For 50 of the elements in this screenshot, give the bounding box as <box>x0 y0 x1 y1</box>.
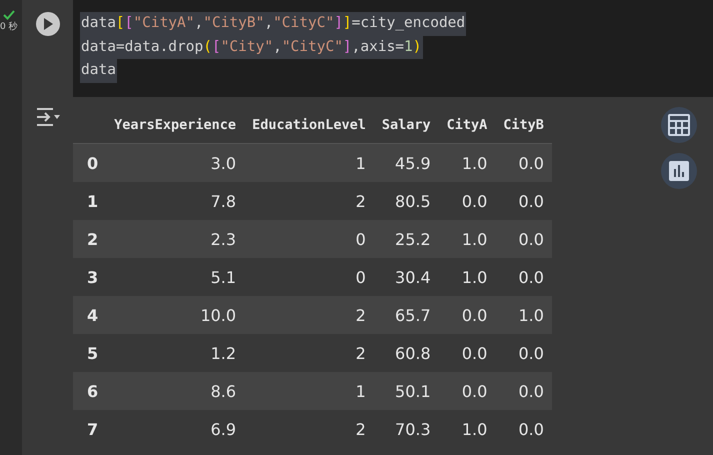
table-cell: 0.0 <box>438 296 496 334</box>
table-cell: 2 <box>244 182 374 220</box>
row-index: 1 <box>73 182 106 220</box>
table-cell: 2 <box>244 296 374 334</box>
table-view-button[interactable] <box>661 107 697 143</box>
table-cell: 1 <box>244 372 374 410</box>
table-cell: 1.0 <box>438 258 496 296</box>
table-cell: 1.0 <box>438 220 496 258</box>
table-cell: 3.0 <box>106 144 244 182</box>
table-cell: 0.0 <box>438 334 496 372</box>
table-cell: 5.1 <box>106 258 244 296</box>
table-cell: 1 <box>244 144 374 182</box>
table-icon <box>668 114 690 136</box>
row-index: 6 <box>73 372 106 410</box>
run-time: 0 秒 <box>0 20 18 33</box>
table-cell: 0.0 <box>495 372 552 410</box>
table-cell: 0.0 <box>438 182 496 220</box>
chart-button[interactable] <box>661 153 697 189</box>
table-cell: 45.9 <box>374 144 439 182</box>
bar-chart-icon <box>668 160 690 182</box>
table-cell: 1.0 <box>495 296 552 334</box>
table-cell: 60.8 <box>374 334 439 372</box>
table-cell: 0.0 <box>495 182 552 220</box>
table-cell: 25.2 <box>374 220 439 258</box>
table-cell: 0.0 <box>438 372 496 410</box>
row-index: 5 <box>73 334 106 372</box>
row-index: 3 <box>73 258 106 296</box>
table-cell: 80.5 <box>374 182 439 220</box>
table-cell: 1.0 <box>438 144 496 182</box>
row-index: 0 <box>73 144 106 182</box>
table-cell: 0.0 <box>495 220 552 258</box>
table-cell: 0.0 <box>495 334 552 372</box>
table-cell: 0 <box>244 220 374 258</box>
table-cell: 2.3 <box>106 220 244 258</box>
row-index: 2 <box>73 220 106 258</box>
table-cell: 0 <box>244 258 374 296</box>
table-cell: 7.8 <box>106 182 244 220</box>
run-button[interactable] <box>36 12 60 36</box>
table-cell: 30.4 <box>374 258 439 296</box>
table-cell: 50.1 <box>374 372 439 410</box>
table-cell: 0.0 <box>495 258 552 296</box>
table-cell: 8.6 <box>106 372 244 410</box>
play-icon <box>42 18 52 30</box>
table-cell: 2 <box>244 334 374 372</box>
output-options-icon[interactable] <box>34 107 60 127</box>
row-index: 4 <box>73 296 106 334</box>
table-cell: 10.0 <box>106 296 244 334</box>
table-cell: 1.2 <box>106 334 244 372</box>
table-cell: 65.7 <box>374 296 439 334</box>
table-cell: 0.0 <box>495 144 552 182</box>
